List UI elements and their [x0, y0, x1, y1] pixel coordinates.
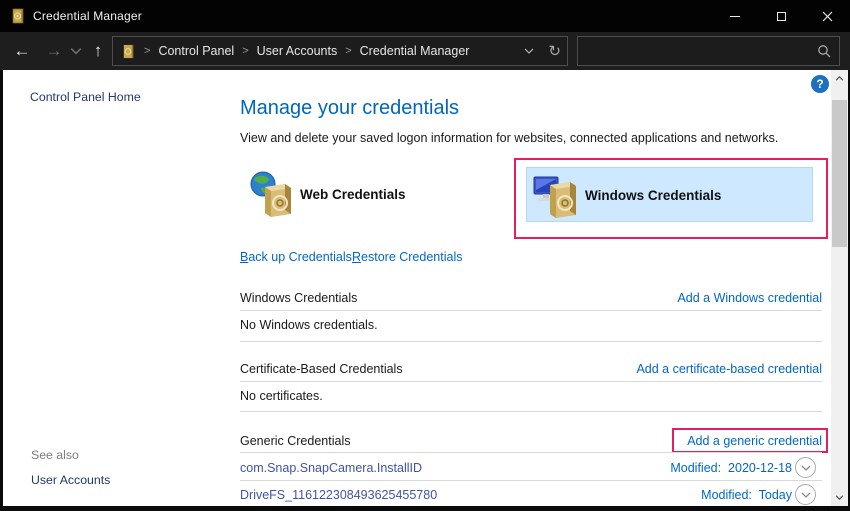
divider [240, 411, 822, 412]
address-dropdown-chevron-icon[interactable] [524, 48, 534, 54]
no-certificates-text: No certificates. [240, 389, 323, 403]
page-subtitle: View and delete your saved logon informa… [240, 131, 778, 145]
breadcrumb-credential-manager[interactable]: Credential Manager [360, 44, 470, 58]
address-bar[interactable]: > Control Panel > User Accounts > Creden… [112, 36, 568, 66]
windows-credentials-label: Windows Credentials [585, 188, 721, 203]
section-generic-credentials-label: Generic Credentials [240, 434, 350, 448]
breadcrumb-user-accounts[interactable]: User Accounts [257, 44, 338, 58]
windows-credentials-icon [532, 171, 580, 219]
annotation-box-add-generic-credential [672, 428, 828, 453]
add-windows-credential-link[interactable]: Add a Windows credential [677, 291, 822, 305]
add-certificate-credential-link[interactable]: Add a certificate-based credential [636, 362, 822, 376]
chevron-down-icon [835, 495, 844, 500]
backup-credentials-link[interactable]: Back up Credentials [240, 250, 352, 264]
recent-locations-chevron-icon[interactable] [70, 32, 82, 70]
close-icon [822, 11, 833, 22]
breadcrumb-control-panel[interactable]: Control Panel [158, 44, 234, 58]
divider [240, 480, 822, 481]
restore-credentials-link[interactable]: Restore Credentials [352, 250, 462, 264]
restore-label-rest: estore Credentials [361, 250, 462, 264]
sidebar-see-also-label: See also [31, 448, 79, 462]
chevron-down-icon [801, 492, 811, 498]
maximize-button[interactable] [758, 0, 804, 32]
navigation-toolbar: ← → ↑ > Control Panel > User Accounts > … [0, 32, 850, 70]
close-button[interactable] [804, 0, 850, 32]
web-credentials-icon [247, 170, 295, 218]
credential-item-drivefs[interactable]: DriveFS_116122308493625455780 [240, 488, 437, 502]
page-title: Manage your credentials [240, 97, 459, 120]
search-input[interactable] [582, 39, 807, 63]
refresh-icon[interactable]: ↻ [548, 42, 561, 60]
back-button[interactable]: ← [10, 32, 34, 70]
scroll-up-button[interactable] [831, 70, 848, 87]
window-controls [712, 0, 850, 32]
section-windows-credentials-label: Windows Credentials [240, 291, 357, 305]
address-app-icon [121, 44, 136, 59]
sidebar-item-user-accounts[interactable]: User Accounts [31, 473, 110, 487]
help-button[interactable]: ? [811, 75, 829, 93]
window-frame-bottom [0, 506, 850, 511]
section-certificate-credentials-label: Certificate-Based Credentials [240, 362, 403, 376]
credential-modified-snapcamera: Modified: 2020-12-18 [670, 461, 792, 475]
chevron-up-icon [835, 76, 844, 81]
search-box[interactable] [577, 36, 840, 66]
window-frame-left [0, 70, 3, 506]
minimize-button[interactable] [712, 0, 758, 32]
expand-credential-button[interactable] [795, 457, 816, 478]
breadcrumb-separator: > [144, 45, 150, 57]
title-bar: Credential Manager [0, 0, 850, 32]
modified-value: 2020-12-18 [728, 461, 792, 475]
divider [240, 310, 822, 311]
backup-label-rest: ack up Credentials [248, 250, 352, 264]
credential-manager-icon [10, 8, 26, 24]
breadcrumb-separator: > [242, 45, 248, 57]
chevron-down-icon [801, 465, 811, 471]
maximize-icon [777, 12, 786, 21]
restore-accelerator: R [352, 250, 361, 264]
divider [240, 452, 822, 453]
window-title: Credential Manager [33, 9, 142, 23]
credential-manager-window: Credential Manager ← → ↑ > Control [0, 0, 850, 511]
vertical-scrollbar[interactable] [831, 70, 848, 506]
web-credentials-tile[interactable]: Web Credentials [247, 170, 406, 218]
web-credentials-label: Web Credentials [300, 187, 406, 202]
breadcrumb-separator: > [345, 45, 351, 57]
windows-credentials-tile[interactable]: Windows Credentials [532, 171, 721, 219]
scrollbar-thumb[interactable] [832, 100, 847, 247]
forward-button[interactable]: → [42, 32, 66, 70]
minimize-icon [730, 16, 740, 17]
up-button[interactable]: ↑ [86, 32, 110, 70]
divider [240, 381, 822, 382]
expand-credential-button[interactable] [795, 484, 816, 505]
modified-label: Modified: [670, 461, 721, 475]
search-icon[interactable] [817, 44, 831, 58]
address-bar-controls: ↻ [524, 37, 561, 65]
modified-value: Today [759, 488, 792, 502]
sidebar-item-control-panel-home[interactable]: Control Panel Home [30, 90, 141, 104]
credential-item-snapcamera[interactable]: com.Snap.SnapCamera.InstallID [240, 461, 422, 475]
modified-label: Modified: [701, 488, 752, 502]
credential-modified-drivefs: Modified: Today [701, 488, 792, 502]
divider [240, 341, 822, 342]
scroll-down-button[interactable] [831, 489, 848, 506]
no-windows-credentials-text: No Windows credentials. [240, 318, 378, 332]
